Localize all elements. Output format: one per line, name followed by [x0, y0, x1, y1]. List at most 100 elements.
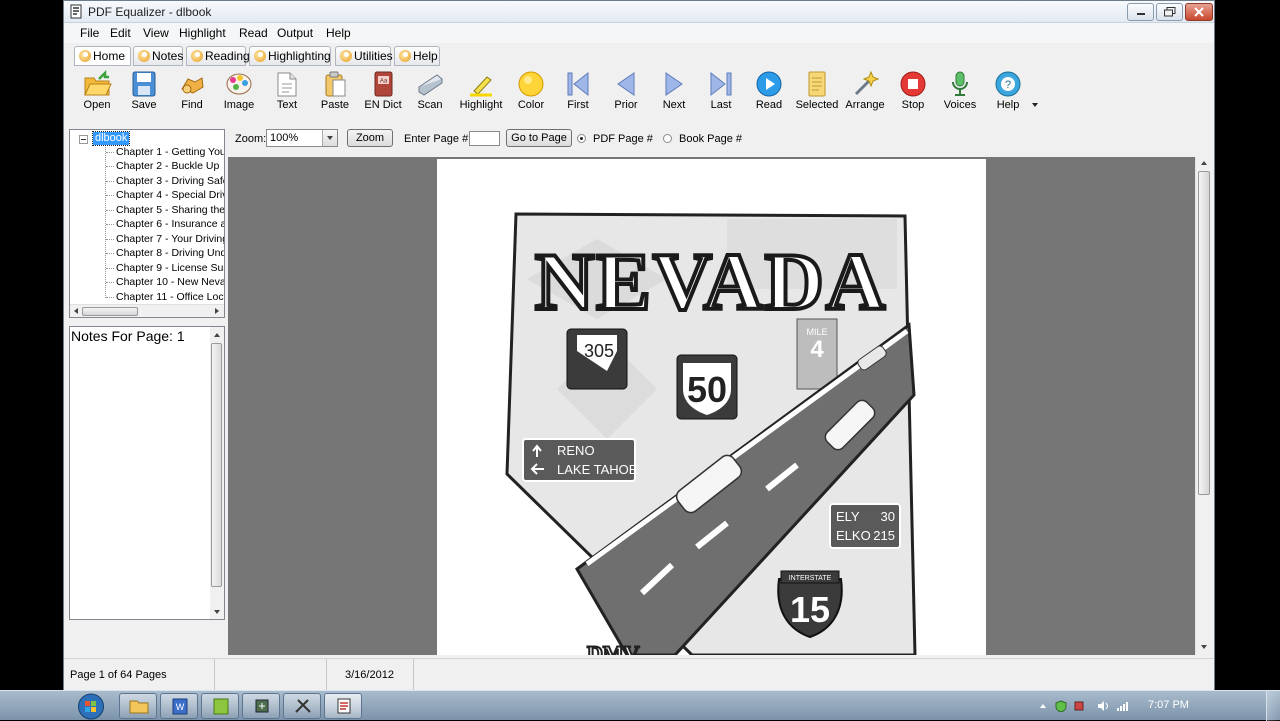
tab-utilities[interactable]: Utilities	[335, 46, 393, 66]
tree-item-chapter-9[interactable]: Chapter 9 - License Susp	[116, 262, 224, 275]
taskbar-word-button[interactable]: W	[160, 693, 198, 719]
taskbar-explorer-button[interactable]	[119, 693, 157, 719]
taskbar-pdf-equalizer-button[interactable]	[324, 693, 362, 719]
collapse-icon[interactable]	[79, 135, 88, 144]
tab-notes[interactable]: Notes	[133, 46, 183, 66]
interstate-label: INTERSTATE	[789, 575, 832, 582]
taskbar-app-button[interactable]	[201, 693, 239, 719]
view-controls: Zoom: 100% Zoom Enter Page #: Go to Page…	[229, 127, 1214, 151]
tree-item-chapter-3[interactable]: Chapter 3 - Driving Safely	[116, 175, 224, 188]
minimize-button[interactable]	[1127, 3, 1154, 21]
tree-item-chapter-6[interactable]: Chapter 6 - Insurance and	[116, 218, 224, 231]
tree-root-node[interactable]: dlbook	[91, 131, 131, 146]
scroll-thumb[interactable]	[82, 307, 138, 316]
menu-file[interactable]: File	[80, 26, 99, 40]
scroll-thumb[interactable]	[1198, 171, 1210, 495]
scroll-up-icon[interactable]	[1201, 161, 1207, 165]
folder-icon	[129, 700, 149, 714]
scroll-right-icon[interactable]	[215, 308, 219, 314]
viewer-scrollbar[interactable]	[1195, 157, 1211, 655]
document-app-icon: W	[172, 698, 188, 715]
tab-label: Utilities	[354, 49, 393, 63]
tray-app-icon[interactable]	[1073, 700, 1085, 712]
document-viewer[interactable]: MILE 4 NEVADA 305 50 RENO LAKE TAHOE ELY…	[228, 157, 1196, 655]
security-icon[interactable]	[1055, 700, 1067, 712]
tree-item-chapter-4[interactable]: Chapter 4 - Special Drivin	[116, 189, 224, 202]
tree-item-chapter-7[interactable]: Chapter 7 - Your Driving f	[116, 233, 224, 246]
maximize-button[interactable]	[1156, 3, 1183, 21]
pdf-equalizer-app-icon	[337, 698, 351, 714]
toolbar-overflow-icon[interactable]	[1032, 103, 1038, 107]
tools-icon	[295, 699, 311, 713]
tree-horizontal-scrollbar[interactable]	[70, 304, 224, 317]
tree-item-chapter-11[interactable]: Chapter 11 - Office Locat	[116, 291, 224, 304]
mile-marker-number: 4	[810, 336, 824, 363]
minimize-icon	[1136, 13, 1145, 15]
first-page-icon	[567, 71, 589, 97]
tree-connector	[105, 144, 106, 298]
tree-item-chapter-8[interactable]: Chapter 8 - Driving Under	[116, 247, 224, 260]
start-button[interactable]	[75, 693, 107, 720]
highlight-button[interactable]: Highlight	[457, 67, 505, 117]
status-bar: Page 1 of 64 Pages 3/16/2012	[64, 658, 1214, 692]
scroll-down-icon[interactable]	[214, 610, 220, 614]
close-button[interactable]	[1185, 3, 1213, 21]
zoom-value: 100%	[270, 132, 299, 144]
last-page-icon	[710, 71, 732, 97]
tab-label: Home	[93, 49, 126, 63]
tree-item-chapter-1[interactable]: Chapter 1 - Getting Your l	[116, 146, 224, 159]
tab-label: Help	[413, 49, 438, 63]
tab-help[interactable]: Help	[394, 46, 440, 66]
zoom-button[interactable]: Zoom	[347, 129, 393, 147]
tab-highlighting[interactable]: Highlighting	[249, 46, 331, 66]
page-count-status: Page 1 of 64 Pages	[64, 659, 215, 692]
tree-item-chapter-10[interactable]: Chapter 10 - New Nevad	[116, 276, 224, 289]
system-clock[interactable]: 7:07 PM	[1148, 699, 1189, 711]
tab-label: Highlighting	[268, 49, 331, 63]
scroll-down-icon[interactable]	[1201, 645, 1207, 649]
scan-button[interactable]: Scan	[406, 67, 454, 117]
menu-edit[interactable]: Edit	[110, 26, 131, 40]
tab-reading[interactable]: Reading	[186, 46, 250, 66]
page-number-input[interactable]	[469, 131, 500, 146]
date-status: 3/16/2012	[327, 659, 414, 692]
highlight-icon	[470, 76, 492, 97]
book-page-radio[interactable]	[663, 134, 672, 143]
menu-read[interactable]: Read	[239, 26, 268, 40]
menu-help[interactable]: Help	[326, 26, 351, 40]
bookmark-tree: dlbook Chapter 1 - Getting Your l Chapte…	[69, 129, 225, 318]
taskbar-utilities-button[interactable]	[283, 693, 321, 719]
scroll-up-icon[interactable]	[214, 333, 220, 337]
settings-app-icon	[255, 699, 269, 713]
scroll-left-icon[interactable]	[74, 308, 78, 314]
volume-icon[interactable]	[1097, 700, 1109, 712]
go-to-page-button[interactable]: Go to Page	[506, 129, 572, 147]
tool-label: Help	[996, 99, 1020, 111]
notes-scrollbar[interactable]	[210, 327, 224, 619]
tab-bullet-icon	[340, 50, 352, 62]
network-icon[interactable]	[1116, 700, 1128, 712]
help-button[interactable]: ? Help	[984, 67, 1032, 117]
route-305-sign: 305	[584, 341, 614, 361]
toolbar: Open Save Find Image Text Paste Aa EN Di…	[64, 67, 1214, 119]
show-desktop-button[interactable]	[1266, 691, 1280, 721]
menu-output[interactable]: Output	[277, 26, 313, 40]
prior-page-icon	[617, 72, 635, 96]
show-hidden-icons-icon[interactable]	[1037, 700, 1049, 712]
text-icon	[277, 72, 297, 97]
status-cell	[215, 659, 327, 692]
scroll-thumb[interactable]	[211, 343, 222, 587]
pdf-page-radio[interactable]	[577, 134, 586, 143]
tree-item-chapter-2[interactable]: Chapter 2 - Buckle Up	[116, 160, 219, 173]
menu-view[interactable]: View	[143, 26, 169, 40]
taskbar: W 7:07 PM	[0, 690, 1280, 721]
menu-highlight[interactable]: Highlight	[179, 26, 226, 40]
tree-item-chapter-5[interactable]: Chapter 5 - Sharing the R	[116, 204, 224, 217]
taskbar-tool-button[interactable]	[242, 693, 280, 719]
paste-icon	[325, 71, 346, 97]
tree-connector	[106, 166, 114, 167]
dropdown-button[interactable]	[322, 130, 337, 146]
tab-home[interactable]: Home	[74, 46, 131, 66]
notes-panel[interactable]: Notes For Page: 1	[69, 326, 225, 620]
zoom-select[interactable]: 100%	[266, 129, 338, 147]
